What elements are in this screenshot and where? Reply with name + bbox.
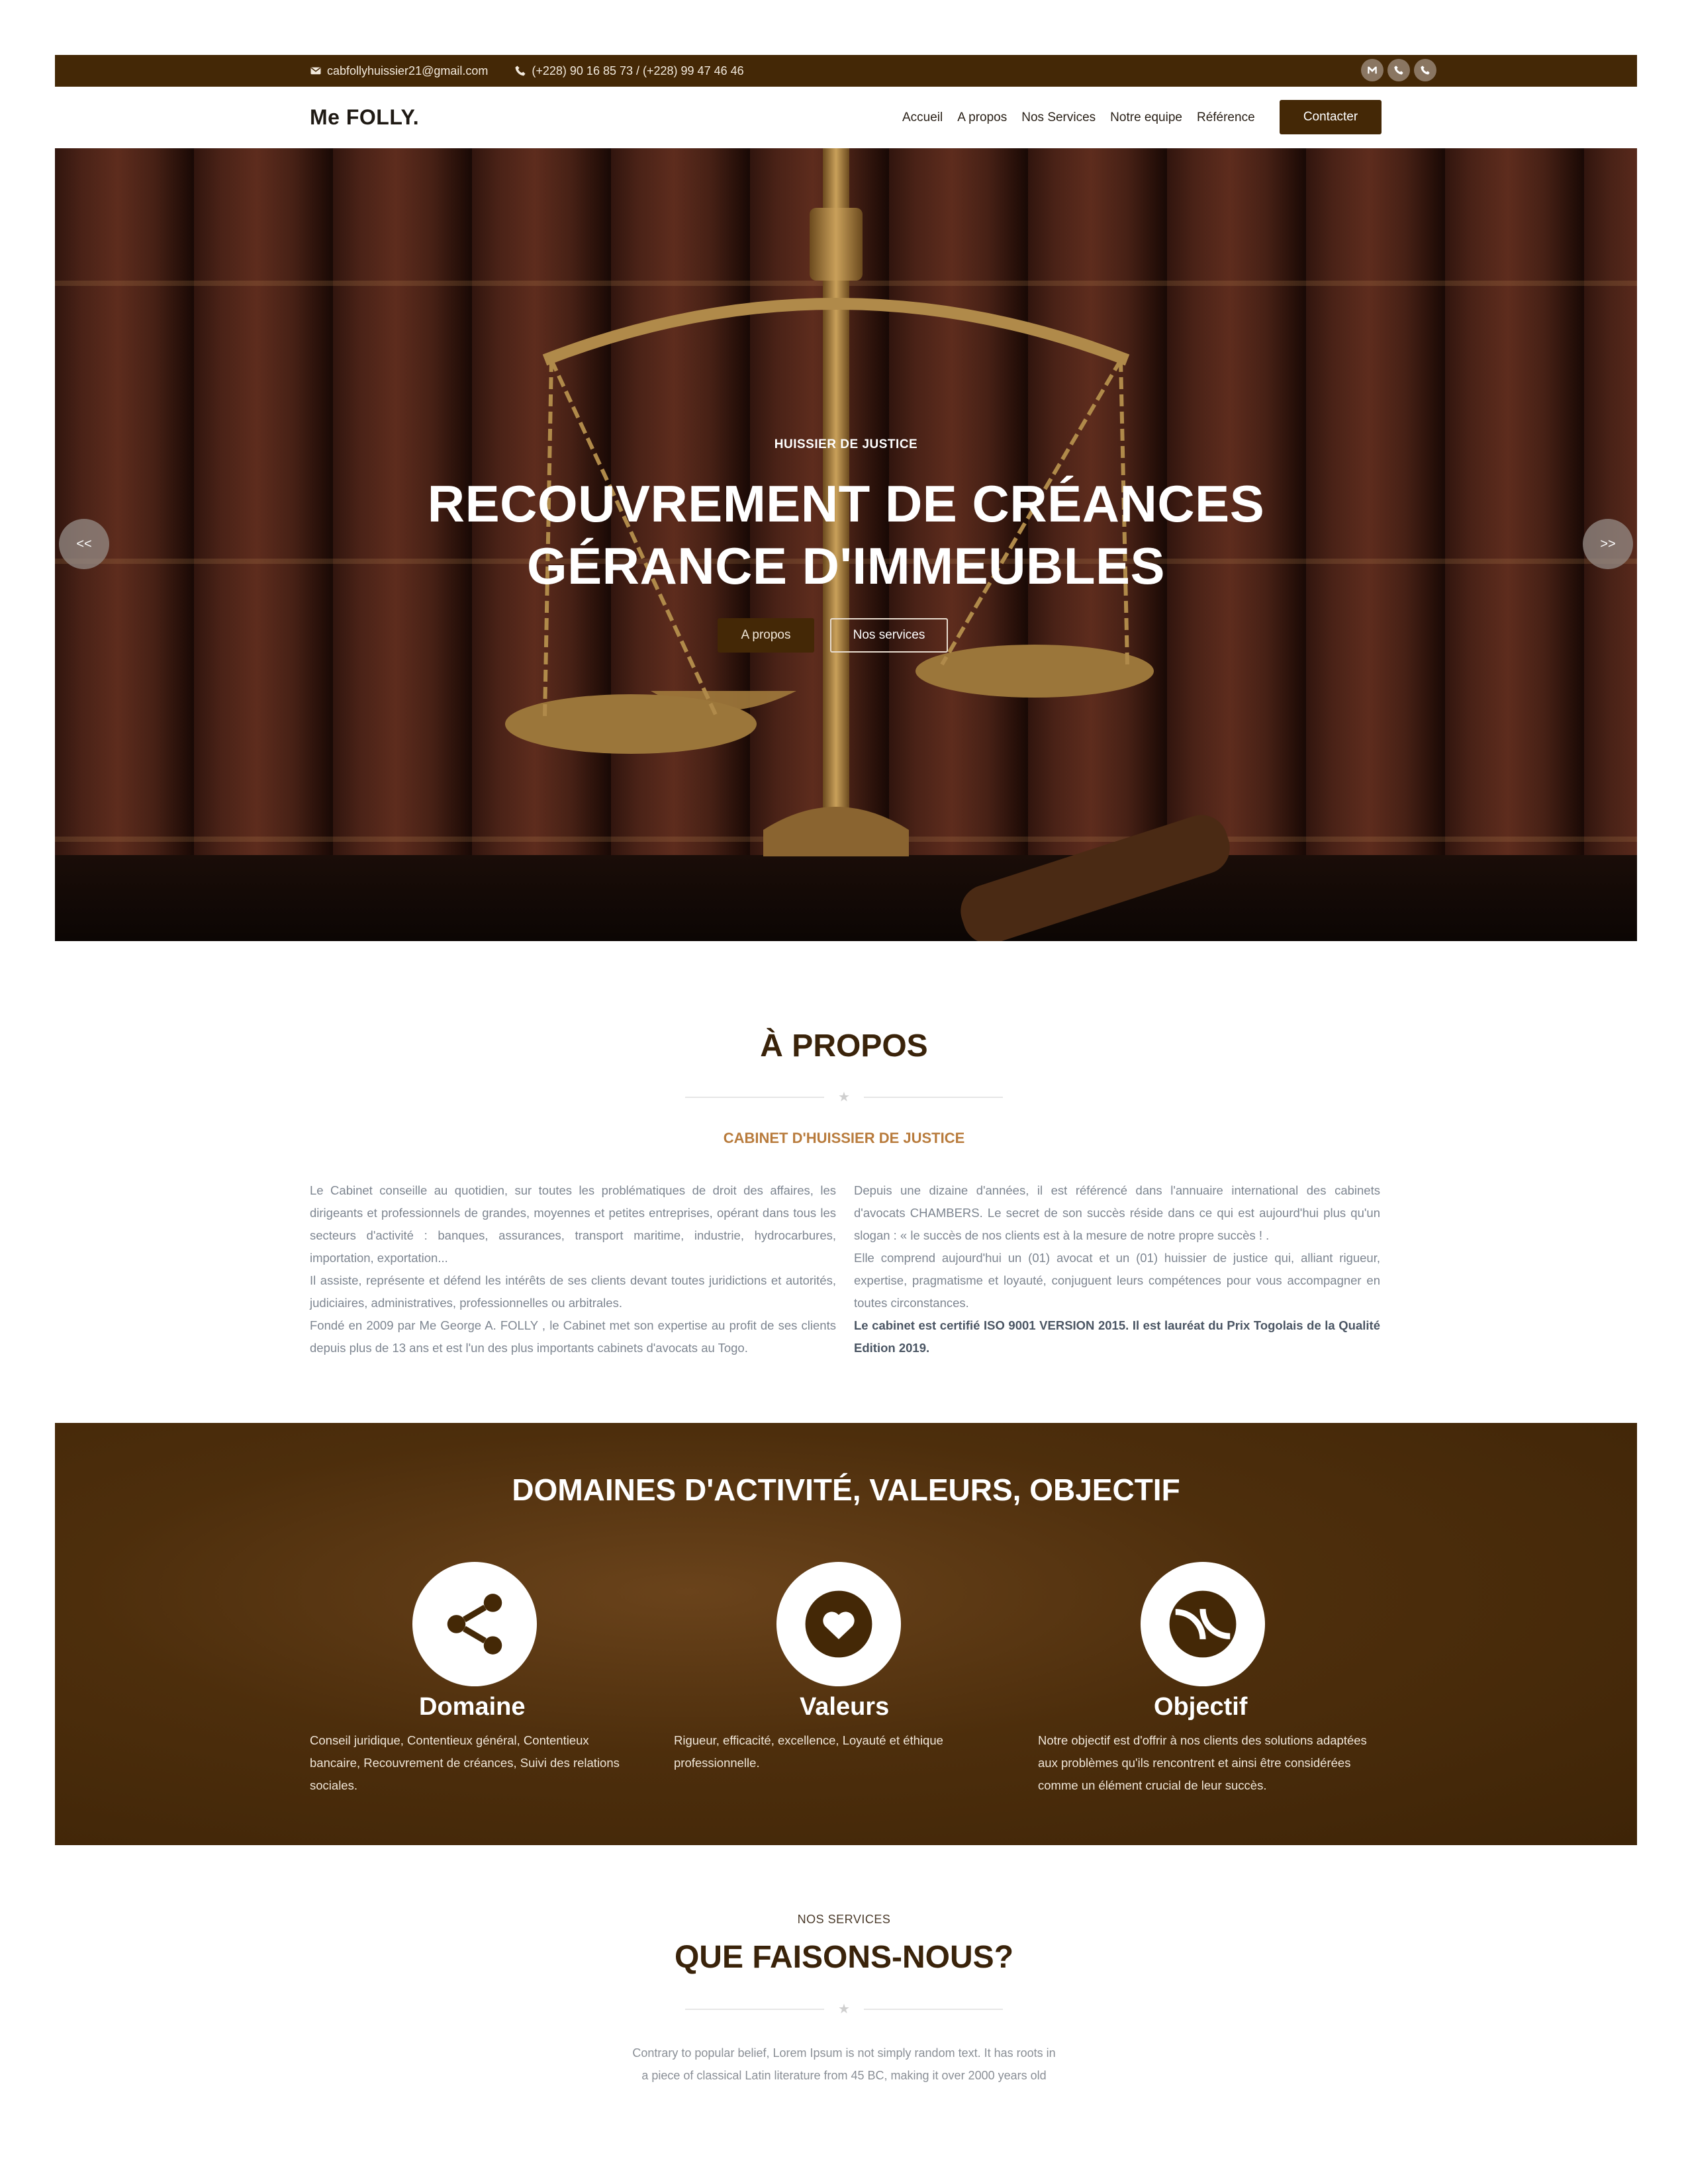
brand-logo[interactable]: Me FOLLY.: [310, 105, 419, 130]
slider-prev-arrow[interactable]: <<: [59, 519, 109, 569]
about-paragraph: Le Cabinet conseille au quotidien, sur t…: [310, 1183, 836, 1265]
nav-links: Accueil A propos Nos Services Notre equi…: [902, 87, 1255, 148]
hero-title: RECOUVREMENT DE CRÉANCES GÉRANCE D'IMMEU…: [55, 473, 1637, 597]
about-paragraph: Depuis une dizaine d'années, il est réfé…: [854, 1183, 1380, 1242]
email-item[interactable]: cabfollyhuissier21@gmail.com: [310, 64, 488, 78]
objective-name: Objectif: [1154, 1693, 1248, 1721]
services-divider: ★: [685, 2003, 1003, 2016]
services-label: NOS SERVICES: [797, 1913, 891, 1926]
phone-icon: [515, 66, 526, 76]
star-icon: ★: [838, 1090, 850, 1105]
phone-link-1[interactable]: [1387, 59, 1410, 81]
objective-description: Notre objectif est d'offrir à nos client…: [1038, 1733, 1367, 1792]
hero-title-line-1: RECOUVREMENT DE CRÉANCES: [427, 475, 1265, 533]
mail-icon: [310, 67, 321, 75]
nav-link-a-propos[interactable]: A propos: [957, 111, 1007, 125]
hero-about-button[interactable]: A propos: [718, 618, 814, 653]
objective-icon-circle: [1141, 1562, 1265, 1686]
heart-icon: [805, 1590, 872, 1658]
objective-card: Objectif Notre objectif est d'offrir à n…: [1038, 1562, 1395, 1797]
contact-button[interactable]: Contacter: [1280, 100, 1382, 134]
share-icon: [447, 1594, 502, 1655]
domains-title: DOMAINES D'ACTIVITÉ, VALEURS, OBJECTIF: [512, 1473, 1180, 1507]
about-paragraph: Elle comprend aujourd'hui un (01) avocat…: [854, 1251, 1380, 1310]
main-navbar: Me FOLLY. Accueil A propos Nos Services …: [55, 87, 1637, 148]
phone-item[interactable]: (+228) 90 16 85 73 / (+228) 99 47 46 46: [514, 64, 744, 78]
about-divider: ★: [685, 1091, 1003, 1104]
values-icon-circle: [776, 1562, 901, 1686]
social-links: [1361, 59, 1436, 81]
nav-link-accueil[interactable]: Accueil: [902, 111, 943, 125]
hero-buttons: A propos Nos services: [55, 618, 1637, 653]
about-paragraph: Fondé en 2009 par Me George A. FOLLY , l…: [310, 1318, 836, 1355]
top-contact-bar: cabfollyhuissier21@gmail.com (+228) 90 1…: [55, 55, 1637, 87]
hero-title-line-2: GÉRANCE D'IMMEUBLES: [526, 537, 1166, 595]
values-card: Valeurs Rigueur, efficacité, excellence,…: [674, 1562, 1031, 1774]
about-right-column: Depuis une dizaine d'années, il est réfé…: [854, 1179, 1380, 1359]
about-paragraph: Il assiste, représente et défend les int…: [310, 1273, 836, 1310]
domain-description: Conseil juridique, Contentieux général, …: [310, 1733, 620, 1792]
phone-icon: [1394, 66, 1403, 75]
hero-slider: HUISSIER DE JUSTICE RECOUVREMENT DE CRÉA…: [55, 148, 1637, 941]
contact-info: cabfollyhuissier21@gmail.com (+228) 90 1…: [310, 55, 744, 87]
certification-note: Le cabinet est certifié ISO 9001 VERSION…: [854, 1318, 1380, 1355]
domain-name: Domaine: [419, 1693, 526, 1721]
phone-icon: [1421, 66, 1430, 75]
tennis-ball-icon: [1169, 1590, 1237, 1658]
star-icon: ★: [838, 2002, 850, 2017]
email-text: cabfollyhuissier21@gmail.com: [327, 64, 489, 77]
services-intro-text: Contrary to popular belief, Lorem Ipsum …: [632, 2046, 1056, 2082]
domains-section: DOMAINES D'ACTIVITÉ, VALEURS, OBJECTIF D…: [55, 1423, 1637, 1845]
about-title: À PROPOS: [760, 1028, 928, 1064]
phone-link-2[interactable]: [1414, 59, 1436, 81]
nav-link-reference[interactable]: Référence: [1197, 111, 1255, 125]
nav-link-services[interactable]: Nos Services: [1021, 111, 1096, 125]
hero-services-button[interactable]: Nos services: [830, 618, 948, 653]
nav-link-equipe[interactable]: Notre equipe: [1110, 111, 1182, 125]
about-subtitle: CABINET D'HUISSIER DE JUSTICE: [723, 1130, 965, 1146]
about-left-column: Le Cabinet conseille au quotidien, sur t…: [310, 1179, 836, 1359]
mail-icon: [1368, 66, 1377, 74]
hero-subtitle: HUISSIER DE JUSTICE: [774, 437, 918, 451]
domain-card: Domaine Conseil juridique, Contentieux g…: [310, 1562, 667, 1797]
slider-next-arrow[interactable]: >>: [1583, 519, 1633, 569]
gmail-link[interactable]: [1361, 59, 1383, 81]
values-description: Rigueur, efficacité, excellence, Loyauté…: [674, 1733, 943, 1770]
phone-text: (+228) 90 16 85 73 / (+228) 99 47 46 46: [532, 64, 744, 77]
services-title: QUE FAISONS-NOUS?: [674, 1940, 1014, 1975]
domain-icon-circle: [412, 1562, 537, 1686]
values-name: Valeurs: [800, 1693, 890, 1721]
